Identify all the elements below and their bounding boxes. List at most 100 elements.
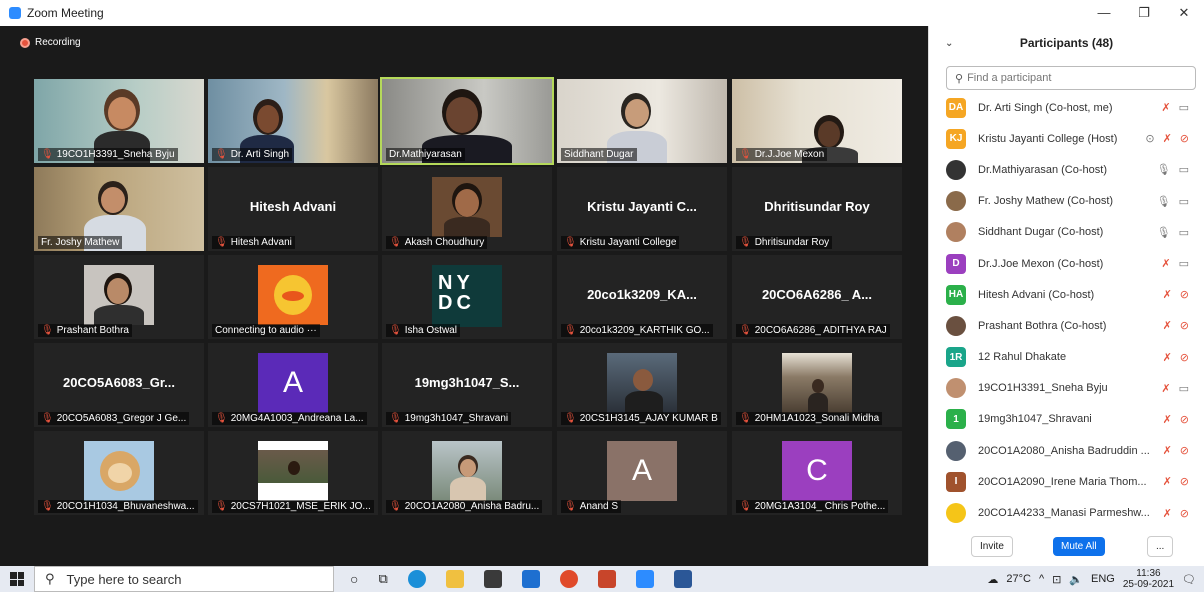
mic-muted-icon[interactable]: ✗ <box>1163 507 1172 520</box>
video-tile[interactable]: Connecting to audio ··· <box>208 255 378 339</box>
minimize-button[interactable]: — <box>1084 0 1124 26</box>
video-tile[interactable]: Hitesh Advani 🎙 Hitesh Advani <box>208 167 378 251</box>
chrome-icon[interactable] <box>559 570 578 588</box>
video-off-icon[interactable]: ⊘ <box>1180 413 1189 426</box>
video-tile[interactable]: 🎙 20HM1A1023_Sonali Midha <box>732 343 902 427</box>
video-icon[interactable]: ▭ <box>1179 382 1189 395</box>
participant-row[interactable]: Prashant Bothra (Co-host) ✗ ⊘ <box>929 310 1204 341</box>
taskbar-clock[interactable]: 11:36 25-09-2021 <box>1123 568 1174 590</box>
network-icon[interactable]: ⊡ <box>1052 573 1061 586</box>
video-tile[interactable]: 20co1k3209_KA... 🎙 20co1k3209_KARTHIK GO.… <box>557 255 727 339</box>
participant-name-label: 🎙 Dr. Arti Singh <box>212 148 293 161</box>
more-button[interactable]: ... <box>1147 535 1174 557</box>
participant-name: 20CO1A2090_Irene Maria Thom... <box>978 475 1147 488</box>
participant-row[interactable]: Fr. Joshy Mathew (Co-host) 🎙 ▭ <box>929 186 1204 217</box>
task-view-icon[interactable]: ⧉ <box>378 571 387 587</box>
video-tile-active-speaker[interactable]: Dr.Mathiyarasan <box>380 77 554 165</box>
participants-header: ⌄ Participants (48) <box>929 26 1204 60</box>
video-tile[interactable]: 🎙 Dr.J.Joe Mexon <box>732 79 902 163</box>
mic-muted-icon[interactable]: ✗ <box>1161 257 1170 270</box>
video-tile[interactable]: 🎙 20CS7H1021_MSE_ERIK JO... <box>208 431 378 515</box>
video-icon[interactable]: ▭ <box>1179 101 1189 114</box>
notifications-icon[interactable]: 🗨 <box>1182 573 1196 586</box>
video-off-icon[interactable]: ⊘ <box>1180 351 1189 364</box>
video-tile[interactable]: 20CO5A6083_Gr... 🎙 20CO5A6083_Gregor J Ge… <box>34 343 204 427</box>
video-tile[interactable]: C 🎙 20MG1A3104_ Chris Pothe... <box>732 431 902 515</box>
mic-muted-icon[interactable]: ✗ <box>1163 132 1172 145</box>
mic-icon[interactable]: 🎙 <box>1157 195 1171 208</box>
mic-muted-icon[interactable]: ✗ <box>1161 101 1170 114</box>
video-tile[interactable]: Dhritisundar Roy 🎙 Dhritisundar Roy <box>732 167 902 251</box>
video-tile[interactable]: 20CO6A6286_ A... 🎙 20CO6A6286_ ADITHYA RA… <box>732 255 902 339</box>
invite-button[interactable]: Invite <box>971 535 1013 557</box>
edge-icon[interactable] <box>407 570 426 588</box>
participant-row[interactable]: 20CO1A2080_Anisha Badruddin ... ✗ ⊘ <box>929 435 1204 466</box>
video-icon[interactable]: ▭ <box>1179 257 1189 270</box>
mute-all-button[interactable]: Mute All <box>1053 536 1105 556</box>
file-explorer-icon[interactable] <box>445 570 464 588</box>
video-tile[interactable]: 🎙 19CO1H3391_Sneha Byju <box>34 79 204 163</box>
participant-row[interactable]: 1 19mg3h1047_Shravani ✗ ⊘ <box>929 404 1204 435</box>
video-icon[interactable]: ▭ <box>1179 226 1189 239</box>
participant-row[interactable]: Siddhant Dugar (Co-host) 🎙 ▭ <box>929 217 1204 248</box>
close-button[interactable]: ✕ <box>1164 0 1204 26</box>
mail-icon[interactable] <box>521 570 540 588</box>
taskbar-search-box[interactable]: ⚲ Type here to search <box>34 566 334 592</box>
participant-row[interactable]: 1R 12 Rahul Dhakate ✗ ⊘ <box>929 342 1204 373</box>
mic-muted-icon[interactable]: ✗ <box>1163 319 1172 332</box>
video-tile[interactable]: 🎙 Akash Choudhury <box>382 167 552 251</box>
restore-button[interactable]: ❐ <box>1124 0 1164 26</box>
video-tile[interactable]: 19mg3h1047_S... 🎙 19mg3h1047_Shravani <box>382 343 552 427</box>
participant-row[interactable]: DA Dr. Arti Singh (Co-host, me) ✗ ▭ <box>929 92 1204 123</box>
mic-icon[interactable]: 🎙 <box>1157 226 1171 239</box>
video-off-icon[interactable]: ⊘ <box>1180 475 1189 488</box>
mic-muted-icon[interactable]: ✗ <box>1163 413 1172 426</box>
video-icon[interactable]: ▭ <box>1179 195 1189 208</box>
mic-muted-icon[interactable]: ✗ <box>1163 351 1172 364</box>
video-off-icon[interactable]: ⊘ <box>1180 444 1189 457</box>
language-indicator[interactable]: ENG <box>1091 573 1115 585</box>
video-tile[interactable]: NY DC 🎙 Isha Ostwal <box>382 255 552 339</box>
video-tile[interactable]: 🎙 20CS1H3145_AJAY KUMAR B <box>557 343 727 427</box>
start-button[interactable] <box>0 566 34 592</box>
video-off-icon[interactable]: ⊘ <box>1180 507 1189 520</box>
video-tile[interactable]: A 🎙 Anand S <box>557 431 727 515</box>
participant-row[interactable]: 19CO1H3391_Sneha Byju ✗ ▭ <box>929 373 1204 404</box>
participant-name-label: 🎙 20CO6A6286_ ADITHYA RAJ <box>736 324 890 337</box>
video-off-icon[interactable]: ⊘ <box>1180 319 1189 332</box>
mic-muted-icon[interactable]: ✗ <box>1161 382 1170 395</box>
zoom-taskbar-icon[interactable] <box>635 570 654 588</box>
participant-avatar-photo <box>258 265 328 325</box>
mic-muted-icon[interactable]: ✗ <box>1163 475 1172 488</box>
mic-icon[interactable]: 🎙 <box>1157 163 1171 176</box>
powerpoint-icon[interactable] <box>597 570 616 588</box>
weather-temp[interactable]: 27°C <box>1006 573 1031 585</box>
video-tile[interactable]: A 🎙 20MG4A1003_Andreana La... <box>208 343 378 427</box>
participant-row[interactable]: KJ Kristu Jayanti College (Host) ⊙ ✗ ⊘ <box>929 123 1204 154</box>
video-off-icon[interactable]: ⊘ <box>1180 288 1189 301</box>
participant-row[interactable]: I 20CO1A2090_Irene Maria Thom... ✗ ⊘ <box>929 466 1204 497</box>
video-tile[interactable]: 🎙 Prashant Bothra <box>34 255 204 339</box>
mic-muted-icon[interactable]: ✗ <box>1163 288 1172 301</box>
mic-muted-icon[interactable]: ✗ <box>1163 444 1172 457</box>
video-tile[interactable]: 🎙 20CO1A2080_Anisha Badru... <box>382 431 552 515</box>
cortana-icon[interactable]: ○ <box>350 571 358 587</box>
video-tile[interactable]: Kristu Jayanti C... 🎙 Kristu Jayanti Coll… <box>557 167 727 251</box>
collapse-chevron-icon[interactable]: ⌄ <box>945 38 953 49</box>
participant-row[interactable]: Dr.Mathiyarasan (Co-host) 🎙 ▭ <box>929 154 1204 185</box>
participant-row[interactable]: D Dr.J.Joe Mexon (Co-host) ✗ ▭ <box>929 248 1204 279</box>
participant-row[interactable]: HA Hitesh Advani (Co-host) ✗ ⊘ <box>929 279 1204 310</box>
participant-row[interactable]: 20CO1A4233_Manasi Parmeshw... ✗ ⊘ <box>929 497 1204 528</box>
store-icon[interactable] <box>483 570 502 588</box>
chevron-up-icon[interactable]: ^ <box>1039 573 1044 585</box>
participant-avatar <box>946 503 966 524</box>
video-off-icon[interactable]: ⊘ <box>1180 132 1189 145</box>
volume-icon[interactable]: 🔈 <box>1069 573 1083 586</box>
video-tile[interactable]: 🎙 Dr. Arti Singh <box>208 79 378 163</box>
video-tile[interactable]: 🎙 20CO1H1034_Bhuvaneshwa... <box>34 431 204 515</box>
video-icon[interactable]: ▭ <box>1179 163 1189 176</box>
word-icon[interactable] <box>673 570 692 588</box>
video-tile[interactable]: Siddhant Dugar <box>557 79 727 163</box>
video-tile[interactable]: Fr. Joshy Mathew <box>34 167 204 251</box>
participant-search-input[interactable]: ⚲ Find a participant <box>946 66 1196 90</box>
